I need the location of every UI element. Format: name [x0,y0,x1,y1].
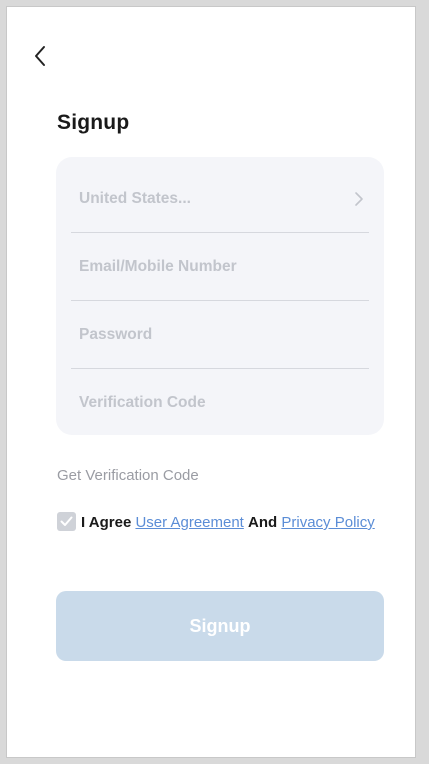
verification-code-field[interactable]: Verification Code [71,369,369,437]
agree-prefix: I Agree [81,514,132,531]
password-placeholder: Password [79,325,153,343]
agreement-checkbox[interactable] [57,512,76,531]
email-mobile-placeholder: Email/Mobile Number [79,257,237,275]
chevron-right-icon [355,192,363,206]
country-selector[interactable]: United States... [71,165,369,233]
country-value: United States... [79,189,191,207]
signup-button[interactable]: Signup [56,591,384,661]
agree-conjunction: And [248,514,278,531]
password-field[interactable]: Password [71,301,369,369]
chevron-left-icon [35,46,45,66]
verification-code-placeholder: Verification Code [79,394,206,411]
checkmark-icon [60,516,73,526]
privacy-policy-link[interactable]: Privacy Policy [281,514,374,531]
get-verification-code-link[interactable]: Get Verification Code [57,467,199,484]
page-title: Signup [57,111,130,134]
back-button[interactable] [27,41,53,71]
user-agreement-link[interactable]: User Agreement [135,514,243,531]
agreement-row: I Agree User Agreement And Privacy Polic… [57,510,387,535]
email-mobile-field[interactable]: Email/Mobile Number [71,233,369,301]
signup-screen: Signup United States... Email/Mobile Num… [6,6,416,758]
signup-form-card: United States... Email/Mobile Number Pas… [56,157,384,435]
